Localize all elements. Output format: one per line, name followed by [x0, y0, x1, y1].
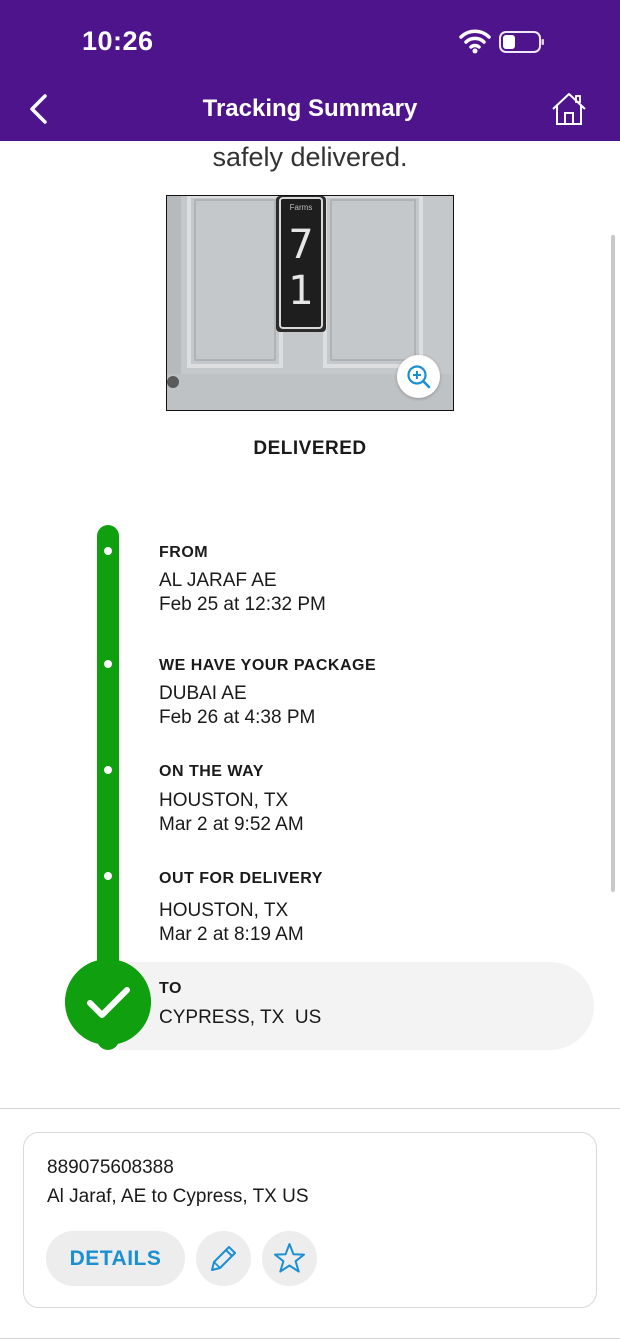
- timeline-dot: [104, 872, 112, 880]
- battery-icon: [499, 31, 544, 53]
- photo-sign-number-top: 7: [288, 222, 313, 268]
- timeline-dot: [104, 660, 112, 668]
- pencil-icon[interactable]: [196, 1231, 251, 1286]
- timeline-dot: [104, 547, 112, 555]
- step-location-picked-up: DUBAI AE: [159, 683, 247, 704]
- step-label-out-for-delivery: OUT FOR DELIVERY: [159, 870, 323, 887]
- step-label-picked-up: WE HAVE YOUR PACKAGE: [159, 657, 377, 674]
- step-time-out-for-delivery: Mar 2 at 8:19 AM: [159, 924, 304, 945]
- timeline-dot: [104, 766, 112, 774]
- delivery-message: safely delivered.: [212, 142, 408, 172]
- zoom-in-icon[interactable]: [397, 355, 440, 398]
- divider: [0, 1108, 620, 1109]
- delivery-status: DELIVERED: [253, 438, 367, 459]
- star-icon[interactable]: [262, 1231, 317, 1286]
- home-icon[interactable]: [548, 88, 590, 130]
- step-time-on-the-way: Mar 2 at 9:52 AM: [159, 814, 304, 835]
- page-title: Tracking Summary: [202, 95, 418, 122]
- header-bar: 10:26 Tracking Summary: [0, 0, 620, 141]
- step-time-from: Feb 25 at 12:32 PM: [159, 594, 326, 615]
- step-location-out-for-delivery: HOUSTON, TX: [159, 900, 289, 921]
- details-button[interactable]: DETAILS: [46, 1231, 185, 1286]
- check-icon: [65, 959, 151, 1045]
- photo-sign-number-bottom: 1: [288, 268, 313, 314]
- step-location-on-the-way: HOUSTON, TX: [159, 790, 289, 811]
- step-time-picked-up: Feb 26 at 4:38 PM: [159, 707, 316, 728]
- wifi-icon: [459, 29, 491, 54]
- status-time: 10:26: [82, 26, 154, 56]
- step-label-to: TO: [159, 980, 182, 997]
- step-location-to: CYPRESS, TX US: [159, 1007, 322, 1028]
- step-label-from: FROM: [159, 544, 209, 561]
- scrollbar[interactable]: [611, 235, 615, 892]
- bottom-divider: [0, 1338, 620, 1339]
- step-label-on-the-way: ON THE WAY: [159, 763, 264, 780]
- photo-sign-text: Farms: [290, 203, 313, 212]
- tracking-number: 889075608388: [47, 1157, 174, 1178]
- shipment-route: Al Jaraf, AE to Cypress, TX US: [47, 1186, 309, 1207]
- destination-highlight: [118, 962, 594, 1050]
- step-location-from: AL JARAF AE: [159, 570, 277, 591]
